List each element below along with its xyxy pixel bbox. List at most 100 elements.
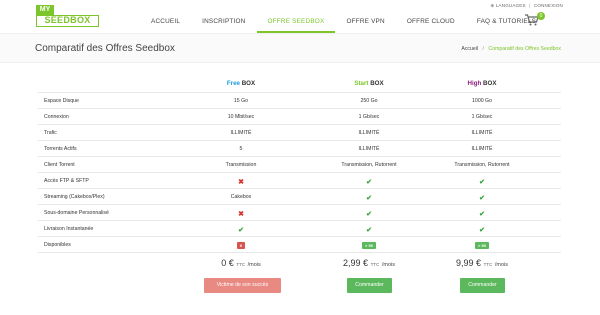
breadcrumb-current: Comparatif des Offres Seedbox: [488, 46, 561, 52]
title-band: Comparatif des Offres Seedbox Accueil / …: [0, 33, 600, 63]
table-row: Client Torrent Transmission Transmission…: [38, 156, 561, 172]
price-period: /mois: [247, 262, 261, 268]
logo[interactable]: MY SEEDBOX: [36, 5, 99, 27]
cell-free: Transmission: [225, 162, 257, 168]
cell-free: Cakebox: [230, 194, 252, 200]
check-icon: ✔: [366, 211, 372, 218]
nav-inscription[interactable]: INSCRIPTION: [191, 10, 256, 33]
nav-offre-cloud[interactable]: OFFRE CLOUD: [396, 10, 466, 33]
check-icon: ✔: [479, 211, 485, 218]
price-amount: 0 €: [221, 258, 234, 268]
cell-free: 5: [239, 146, 243, 152]
globe-icon: ⊕: [490, 3, 495, 8]
plan-name: High: [467, 80, 482, 87]
order-start-button[interactable]: Commander: [347, 278, 392, 293]
nav-accueil[interactable]: ACCUEIL: [140, 10, 191, 33]
top-links: ⊕ LANGUAGES | CONNEXION: [490, 3, 563, 9]
nav-offre-vpn[interactable]: OFFRE VPN: [335, 10, 395, 33]
victim-of-success-button[interactable]: Victime de son succès: [204, 278, 281, 293]
nav-offre-seedbox[interactable]: OFFRE SEEDBOX: [256, 10, 336, 33]
plan-suffix: BOX: [483, 80, 497, 87]
breadcrumb-home[interactable]: Accueil: [461, 46, 478, 52]
plan-name: Free: [226, 80, 240, 87]
plan-header-high: High BOX: [427, 80, 537, 87]
plan-suffix: BOX: [241, 80, 256, 87]
row-label: Client Torrent: [44, 162, 75, 168]
cross-icon: ✖: [238, 179, 244, 186]
table-row: Sous-domaine Personnalisé ✖ ✔ ✔: [38, 204, 561, 220]
cell-start: ILLIMITÉ: [358, 130, 380, 136]
price-free: 0 € TTC /mois: [186, 258, 296, 268]
logo-my: MY: [36, 5, 54, 15]
price-ttc: TTC: [236, 262, 246, 267]
plan-name: Start: [354, 80, 369, 87]
order-high-button[interactable]: Commander: [460, 278, 505, 293]
table-row: Streaming (Cakebox/Plex) Cakebox ✔ ✔: [38, 188, 561, 204]
row-label: Torrents Actifs: [44, 146, 77, 152]
price-amount: 2,99 €: [343, 258, 369, 268]
price-ttc: TTC: [483, 262, 493, 267]
table-row: Livraison Instantanée ✔ ✔ ✔: [38, 220, 561, 236]
cell-start: 250 Go: [360, 98, 378, 104]
row-label: Connexion: [44, 114, 69, 120]
table-row: Connexion 10 Mbit/sec 1 Gb/sec 1 Gb/sec: [38, 108, 561, 124]
row-label: Trafic: [44, 130, 57, 136]
cart-count-badge: 0: [537, 12, 545, 20]
breadcrumb-separator: /: [482, 46, 484, 52]
separator: |: [529, 3, 531, 8]
cell-high: ILLIMITÉ: [471, 130, 493, 136]
availability-high: > 50: [427, 242, 537, 249]
row-label: Espace Disque: [44, 98, 79, 104]
cell-free: ILLIMITÉ: [230, 130, 252, 136]
check-icon: ✔: [479, 179, 485, 186]
price-start: 2,99 € TTC /mois: [314, 258, 424, 268]
row-label: Streaming (Cakebox/Plex): [44, 194, 105, 200]
check-icon: ✔: [366, 227, 372, 234]
table-row: Espace Disque 15 Go 250 Go 1000 Go: [38, 92, 561, 108]
row-label: Livraison Instantanée: [44, 226, 94, 232]
check-icon: ✔: [238, 227, 244, 234]
availability-badge: 0: [236, 242, 246, 249]
breadcrumb: Accueil / Comparatif des Offres Seedbox: [461, 46, 561, 52]
connexion-link[interactable]: CONNEXION: [534, 3, 563, 8]
cross-icon: ✖: [238, 211, 244, 218]
table-bottom-border: [38, 252, 561, 253]
availability-start: > 50: [314, 242, 424, 249]
table-row: Disponibles 0 > 50 > 50: [38, 236, 561, 252]
plan-header-start: Start BOX: [314, 80, 424, 87]
row-label: Disponibles: [44, 242, 71, 248]
price-amount: 9,99 €: [456, 258, 482, 268]
price-period: /mois: [494, 262, 508, 268]
cell-high: ILLIMITÉ: [471, 146, 493, 152]
cell-start: ILLIMITÉ: [358, 146, 380, 152]
price-high: 9,99 € TTC /mois: [427, 258, 537, 268]
cell-high: 1 Gb/sec: [471, 114, 493, 120]
availability-free: 0: [186, 242, 296, 249]
check-icon: ✔: [366, 179, 372, 186]
cell-start: Transmission, Rutorrent: [341, 162, 397, 168]
main-nav: ACCUEIL INSCRIPTION OFFRE SEEDBOX OFFRE …: [140, 10, 547, 33]
price-ttc: TTC: [370, 262, 380, 267]
cell-free: 15 Go: [233, 98, 249, 104]
languages-link[interactable]: LANGUAGES: [496, 3, 526, 8]
table-row: Accès FTP & SFTP ✖ ✔ ✔: [38, 172, 561, 188]
check-icon: ✔: [366, 195, 372, 202]
plan-suffix: BOX: [370, 80, 384, 87]
plan-header-free: Free BOX: [186, 80, 296, 87]
header: MY SEEDBOX ⊕ LANGUAGES | CONNEXION ACCUE…: [0, 0, 600, 33]
logo-seedbox: SEEDBOX: [36, 15, 99, 27]
table-row: Torrents Actifs 5 ILLIMITÉ ILLIMITÉ: [38, 140, 561, 156]
availability-badge: > 50: [362, 242, 376, 249]
check-icon: ✔: [479, 195, 485, 202]
availability-badge: > 50: [475, 242, 489, 249]
row-label: Sous-domaine Personnalisé: [44, 210, 109, 216]
table-row: Trafic ILLIMITÉ ILLIMITÉ ILLIMITÉ: [38, 124, 561, 140]
cell-start: 1 Gb/sec: [358, 114, 380, 120]
row-label: Accès FTP & SFTP: [44, 178, 89, 184]
cell-high: Transmission, Rutorrent: [454, 162, 510, 168]
cell-free: 10 Mbit/sec: [227, 114, 255, 120]
price-period: /mois: [381, 262, 395, 268]
page-title: Comparatif des Offres Seedbox: [35, 43, 175, 54]
cell-high: 1000 Go: [472, 98, 492, 104]
check-icon: ✔: [479, 227, 485, 234]
